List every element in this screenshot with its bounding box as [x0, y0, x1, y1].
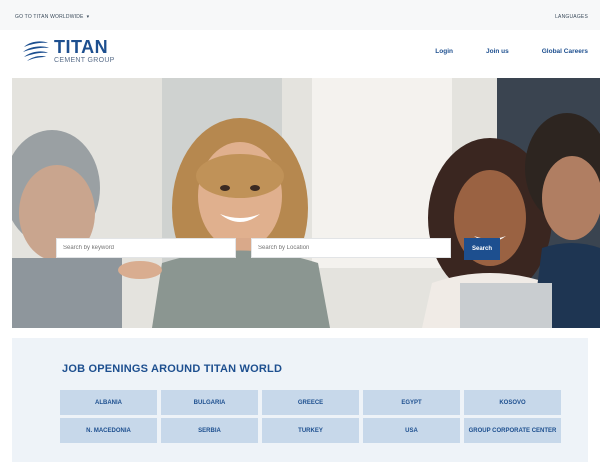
- keyword-search-input[interactable]: [56, 238, 236, 258]
- country-usa[interactable]: USA: [363, 418, 460, 443]
- country-turkey[interactable]: TURKEY: [262, 418, 359, 443]
- country-grid: ALBANIA BULGARIA GREECE EGYPT KOSOVO N. …: [60, 390, 561, 443]
- country-albania[interactable]: ALBANIA: [60, 390, 157, 415]
- titan-logo-icon: [23, 41, 49, 61]
- top-utility-bar: GO TO TITAN WORLDWIDE ▾ LANGUAGES: [0, 0, 600, 31]
- country-n-macedonia[interactable]: N. MACEDONIA: [60, 418, 157, 443]
- nav-global-careers[interactable]: Global Careers: [542, 48, 588, 55]
- location-search-input[interactable]: [251, 238, 451, 258]
- job-openings-section: JOB OPENINGS AROUND TITAN WORLD ALBANIA …: [12, 338, 588, 462]
- main-nav: Login Join us Global Careers: [435, 48, 588, 55]
- nav-login[interactable]: Login: [435, 48, 453, 55]
- worldwide-label: GO TO TITAN WORLDWIDE: [15, 14, 84, 20]
- country-greece[interactable]: GREECE: [262, 390, 359, 415]
- country-egypt[interactable]: EGYPT: [363, 390, 460, 415]
- site-header: TITAN CEMENT GROUP Login Join us Global …: [0, 30, 600, 78]
- job-openings-title: JOB OPENINGS AROUND TITAN WORLD: [62, 363, 283, 375]
- hero-photo: [12, 78, 600, 328]
- country-group-corporate-center[interactable]: GROUP CORPORATE CENTER: [464, 418, 561, 443]
- worldwide-dropdown[interactable]: GO TO TITAN WORLDWIDE ▾: [15, 14, 89, 20]
- country-serbia[interactable]: SERBIA: [161, 418, 258, 443]
- chevron-down-icon: ▾: [86, 13, 90, 20]
- brand-subtitle: CEMENT GROUP: [54, 57, 115, 64]
- country-bulgaria[interactable]: BULGARIA: [161, 390, 258, 415]
- languages-link[interactable]: LANGUAGES: [555, 14, 588, 20]
- search-button[interactable]: Search: [464, 238, 500, 260]
- brand-logo[interactable]: TITAN CEMENT GROUP: [22, 38, 115, 64]
- hero-banner: Search: [12, 78, 600, 328]
- brand-name: TITAN: [54, 37, 109, 57]
- country-kosovo[interactable]: KOSOVO: [464, 390, 561, 415]
- nav-join-us[interactable]: Join us: [486, 48, 509, 55]
